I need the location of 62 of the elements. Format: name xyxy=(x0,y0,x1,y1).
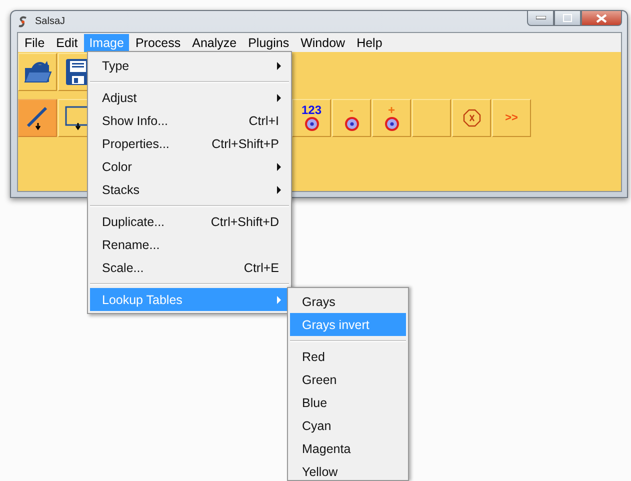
option-label: Show Info... xyxy=(102,114,168,128)
target-icon xyxy=(304,116,320,132)
option-label: Rename... xyxy=(102,238,160,252)
option-label: Yellow xyxy=(302,464,338,478)
option-label: Grays invert xyxy=(302,318,370,332)
menu-item[interactable]: Analyze xyxy=(186,34,242,52)
option-label: Adjust xyxy=(102,90,137,104)
menu-item[interactable]: Window xyxy=(295,34,351,52)
option-label: Cyan xyxy=(302,418,332,432)
close-icon xyxy=(596,14,607,22)
tool-label: - xyxy=(350,104,354,116)
tool-button[interactable]: 123 xyxy=(292,99,331,137)
menu-option[interactable]: Yellow xyxy=(290,460,406,480)
menu-option[interactable]: Cyan xyxy=(290,414,406,437)
shortcut-text: Ctrl+Shift+D xyxy=(210,214,279,228)
close-button[interactable] xyxy=(581,11,622,26)
maximize-button[interactable] xyxy=(554,11,581,26)
menu-option[interactable]: Show Info... Ctrl+I xyxy=(90,109,289,132)
shortcut-text: Ctrl+Shift+P xyxy=(212,136,279,150)
option-label: Green xyxy=(302,372,337,386)
option-label: Properties... xyxy=(102,136,170,150)
menu-option[interactable]: Adjust xyxy=(90,86,289,109)
stop-icon xyxy=(462,109,480,127)
tool-label: + xyxy=(388,104,395,116)
option-label: Scale... xyxy=(102,260,144,274)
menu-option[interactable]: Grays xyxy=(290,290,406,313)
menu-option[interactable]: Scale... Ctrl+E xyxy=(90,256,289,279)
menu-item[interactable]: Process xyxy=(130,34,186,52)
menu-option[interactable]: Color xyxy=(90,155,289,178)
option-label: Blue xyxy=(302,396,328,410)
option-label: Red xyxy=(302,350,325,364)
app-icon xyxy=(17,16,29,28)
menu-option[interactable]: Blue xyxy=(290,391,406,414)
menu-option[interactable]: Magenta xyxy=(290,437,406,460)
shortcut-text: Ctrl+E xyxy=(244,260,279,274)
menu-option[interactable]: Rename... xyxy=(90,233,289,256)
shortcut-text: Ctrl+I xyxy=(248,114,279,128)
menu-item[interactable]: Plugins xyxy=(242,34,295,52)
menu-option[interactable]: Type xyxy=(90,54,289,77)
option-label: Type xyxy=(102,58,130,72)
window-title: SalsaJ xyxy=(35,16,66,27)
menu-item[interactable]: Edit xyxy=(50,34,84,52)
menu-option[interactable]: Red xyxy=(290,345,406,368)
target-icon xyxy=(384,116,400,132)
option-label: Stacks xyxy=(102,182,140,196)
menu-option[interactable]: Duplicate... Ctrl+Shift+D xyxy=(90,210,289,233)
target-icon xyxy=(344,116,360,132)
option-label: Grays xyxy=(302,294,336,308)
option-label: Color xyxy=(102,160,132,174)
menu-option[interactable]: Green xyxy=(290,368,406,391)
menu-option[interactable]: Stacks xyxy=(90,178,289,201)
maximize-icon xyxy=(563,14,572,22)
option-label: Lookup Tables xyxy=(102,292,182,306)
menu-item[interactable]: File xyxy=(19,34,50,52)
option-label: Duplicate... xyxy=(102,214,165,228)
minimize-icon xyxy=(536,16,546,20)
minimize-button[interactable] xyxy=(527,11,554,26)
tool-button[interactable] xyxy=(18,99,57,137)
menu-option[interactable]: Properties... Ctrl+Shift+P xyxy=(90,132,289,155)
option-label: Magenta xyxy=(302,442,351,456)
tool-label: 123 xyxy=(301,104,322,116)
menu-item[interactable]: Help xyxy=(351,34,388,52)
